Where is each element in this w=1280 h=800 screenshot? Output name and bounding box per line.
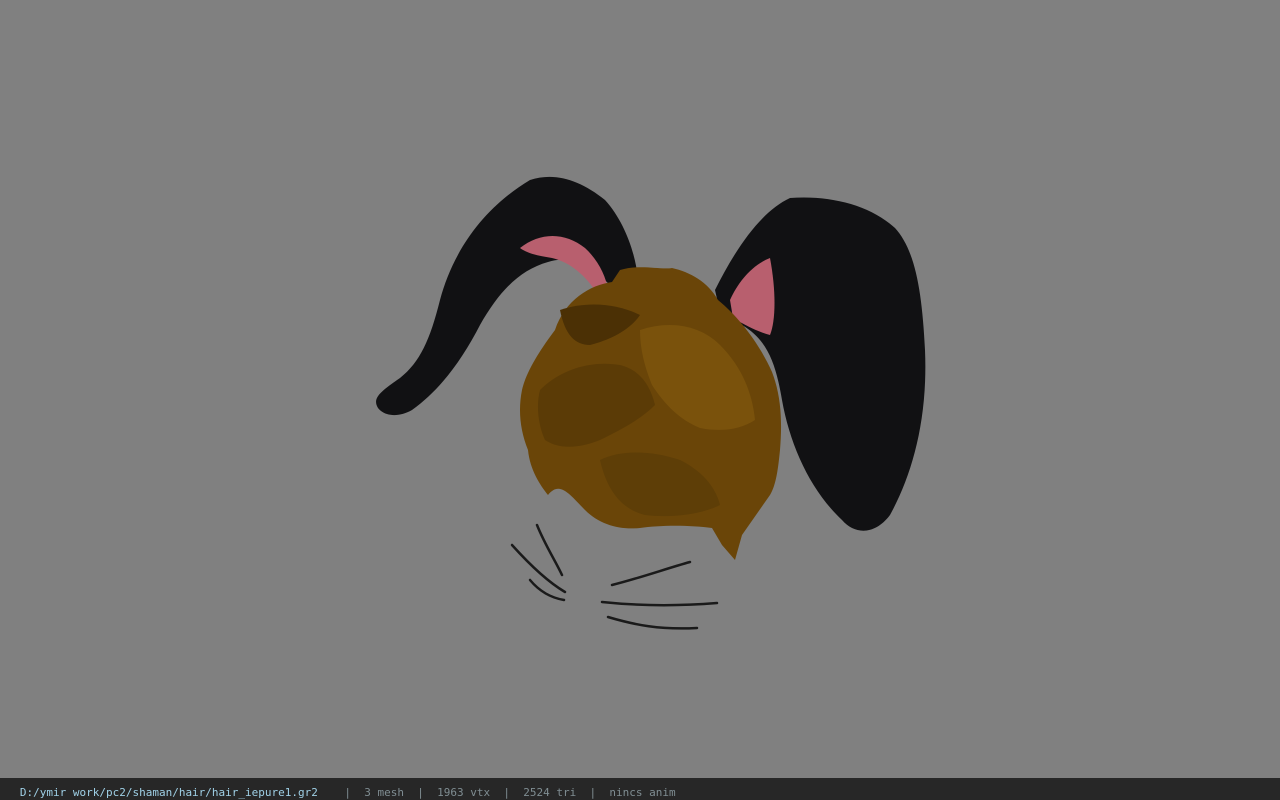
file-path: D:/ymir work/pc2/shaman/hair/hair_iepure… [19, 786, 318, 799]
separator: | [589, 786, 597, 799]
whiskers [510, 523, 719, 630]
model-render [376, 176, 926, 630]
separator: | [417, 786, 424, 799]
vertex-count: 1963 vtx [437, 786, 491, 799]
animation-status: nincs anim [609, 786, 676, 799]
separator: | [344, 786, 352, 799]
triangle-count: 2524 tri [523, 786, 577, 799]
status-bar: D:/ymir work/pc2/shaman/hair/hair_iepure… [0, 778, 1280, 800]
separator: | [503, 786, 510, 799]
mesh-count: 3 mesh [364, 786, 405, 799]
3d-viewport[interactable] [0, 0, 1280, 778]
